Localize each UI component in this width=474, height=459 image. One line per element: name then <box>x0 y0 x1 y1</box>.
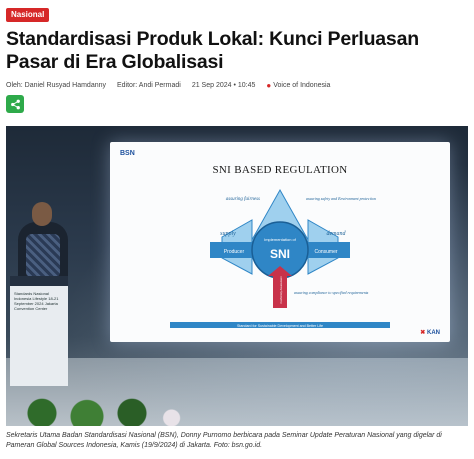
producer-label: Producer <box>224 249 245 255</box>
article-meta: Oleh: Daniel Rusyad Hamdanny Editor: And… <box>6 80 341 90</box>
podium-top <box>10 276 68 286</box>
fairness-label: assuring fairness <box>226 197 260 202</box>
consumer-label: Consumer <box>314 249 337 255</box>
category-badge[interactable]: Nasional <box>6 8 50 22</box>
sni-diagram: SNI Implementation of Producer Consumer … <box>170 188 390 328</box>
speaker-head <box>32 202 52 226</box>
article-title: Standardisasi Produk Lokal: Kunci Perlua… <box>6 28 419 73</box>
safety-label: assuring safety and Environment protecti… <box>306 196 376 201</box>
editor[interactable]: Editor: Andi Permadi <box>117 82 181 89</box>
publish-datetime: 21 Sep 2024 • 10:45 <box>191 81 256 89</box>
presentation-screen: BSN SNI BASED REGULATION SNI Implementat… <box>110 142 450 342</box>
compliance-label: assuring compliance to specified require… <box>294 290 369 295</box>
kan-logo: ✖ KAN <box>420 330 440 336</box>
share-icon <box>10 99 20 109</box>
plant-decoration <box>6 394 186 426</box>
slide-footer: Standard for Sustainable Development and… <box>237 324 323 328</box>
sni-sublabel: Implementation of <box>264 237 297 242</box>
conformity-label: Conformity Assessment <box>279 276 283 304</box>
speaker-shirt <box>26 234 60 278</box>
photo-caption: Sekretaris Utama Badan Standardisasi Nas… <box>6 432 442 449</box>
demand-label: demand <box>327 231 347 237</box>
supply-label: supply <box>220 231 236 237</box>
article-photo[interactable]: BSN SNI BASED REGULATION SNI Implementat… <box>6 126 468 426</box>
sni-label: SNI <box>270 247 290 261</box>
podium-sign: Standards Nasional Indonesia Lifestyle 1… <box>14 291 59 311</box>
author[interactable]: Oleh: Daniel Rusyad Hamdanny <box>6 82 106 89</box>
share-button[interactable] <box>6 95 24 113</box>
location-pin-icon: ● <box>266 80 272 90</box>
source[interactable]: Voice of Indonesia <box>273 82 330 89</box>
